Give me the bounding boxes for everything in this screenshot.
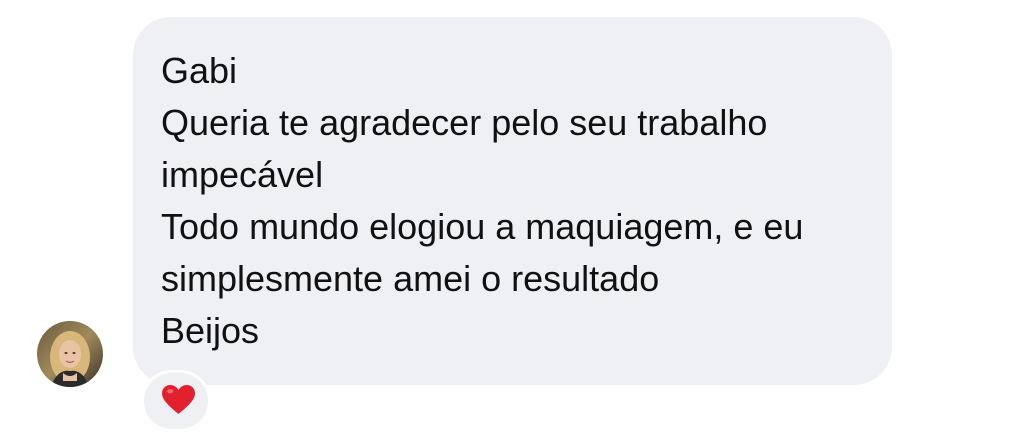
sender-avatar[interactable]	[37, 321, 103, 387]
message-line: Gabi	[161, 50, 238, 91]
message-line: Beijos	[161, 310, 260, 351]
red-heart-icon	[162, 385, 195, 414]
avatar-photo-icon	[37, 321, 103, 387]
message-bubble[interactable]: Gabi Queria te agradecer pelo seu trabal…	[133, 17, 892, 385]
message-line: Queria te agradecer pelo seu trabalho im…	[161, 102, 768, 195]
message-line: Todo mundo elogiou a maquiagem, e eu sim…	[161, 206, 804, 299]
reaction-badge[interactable]	[141, 370, 211, 432]
